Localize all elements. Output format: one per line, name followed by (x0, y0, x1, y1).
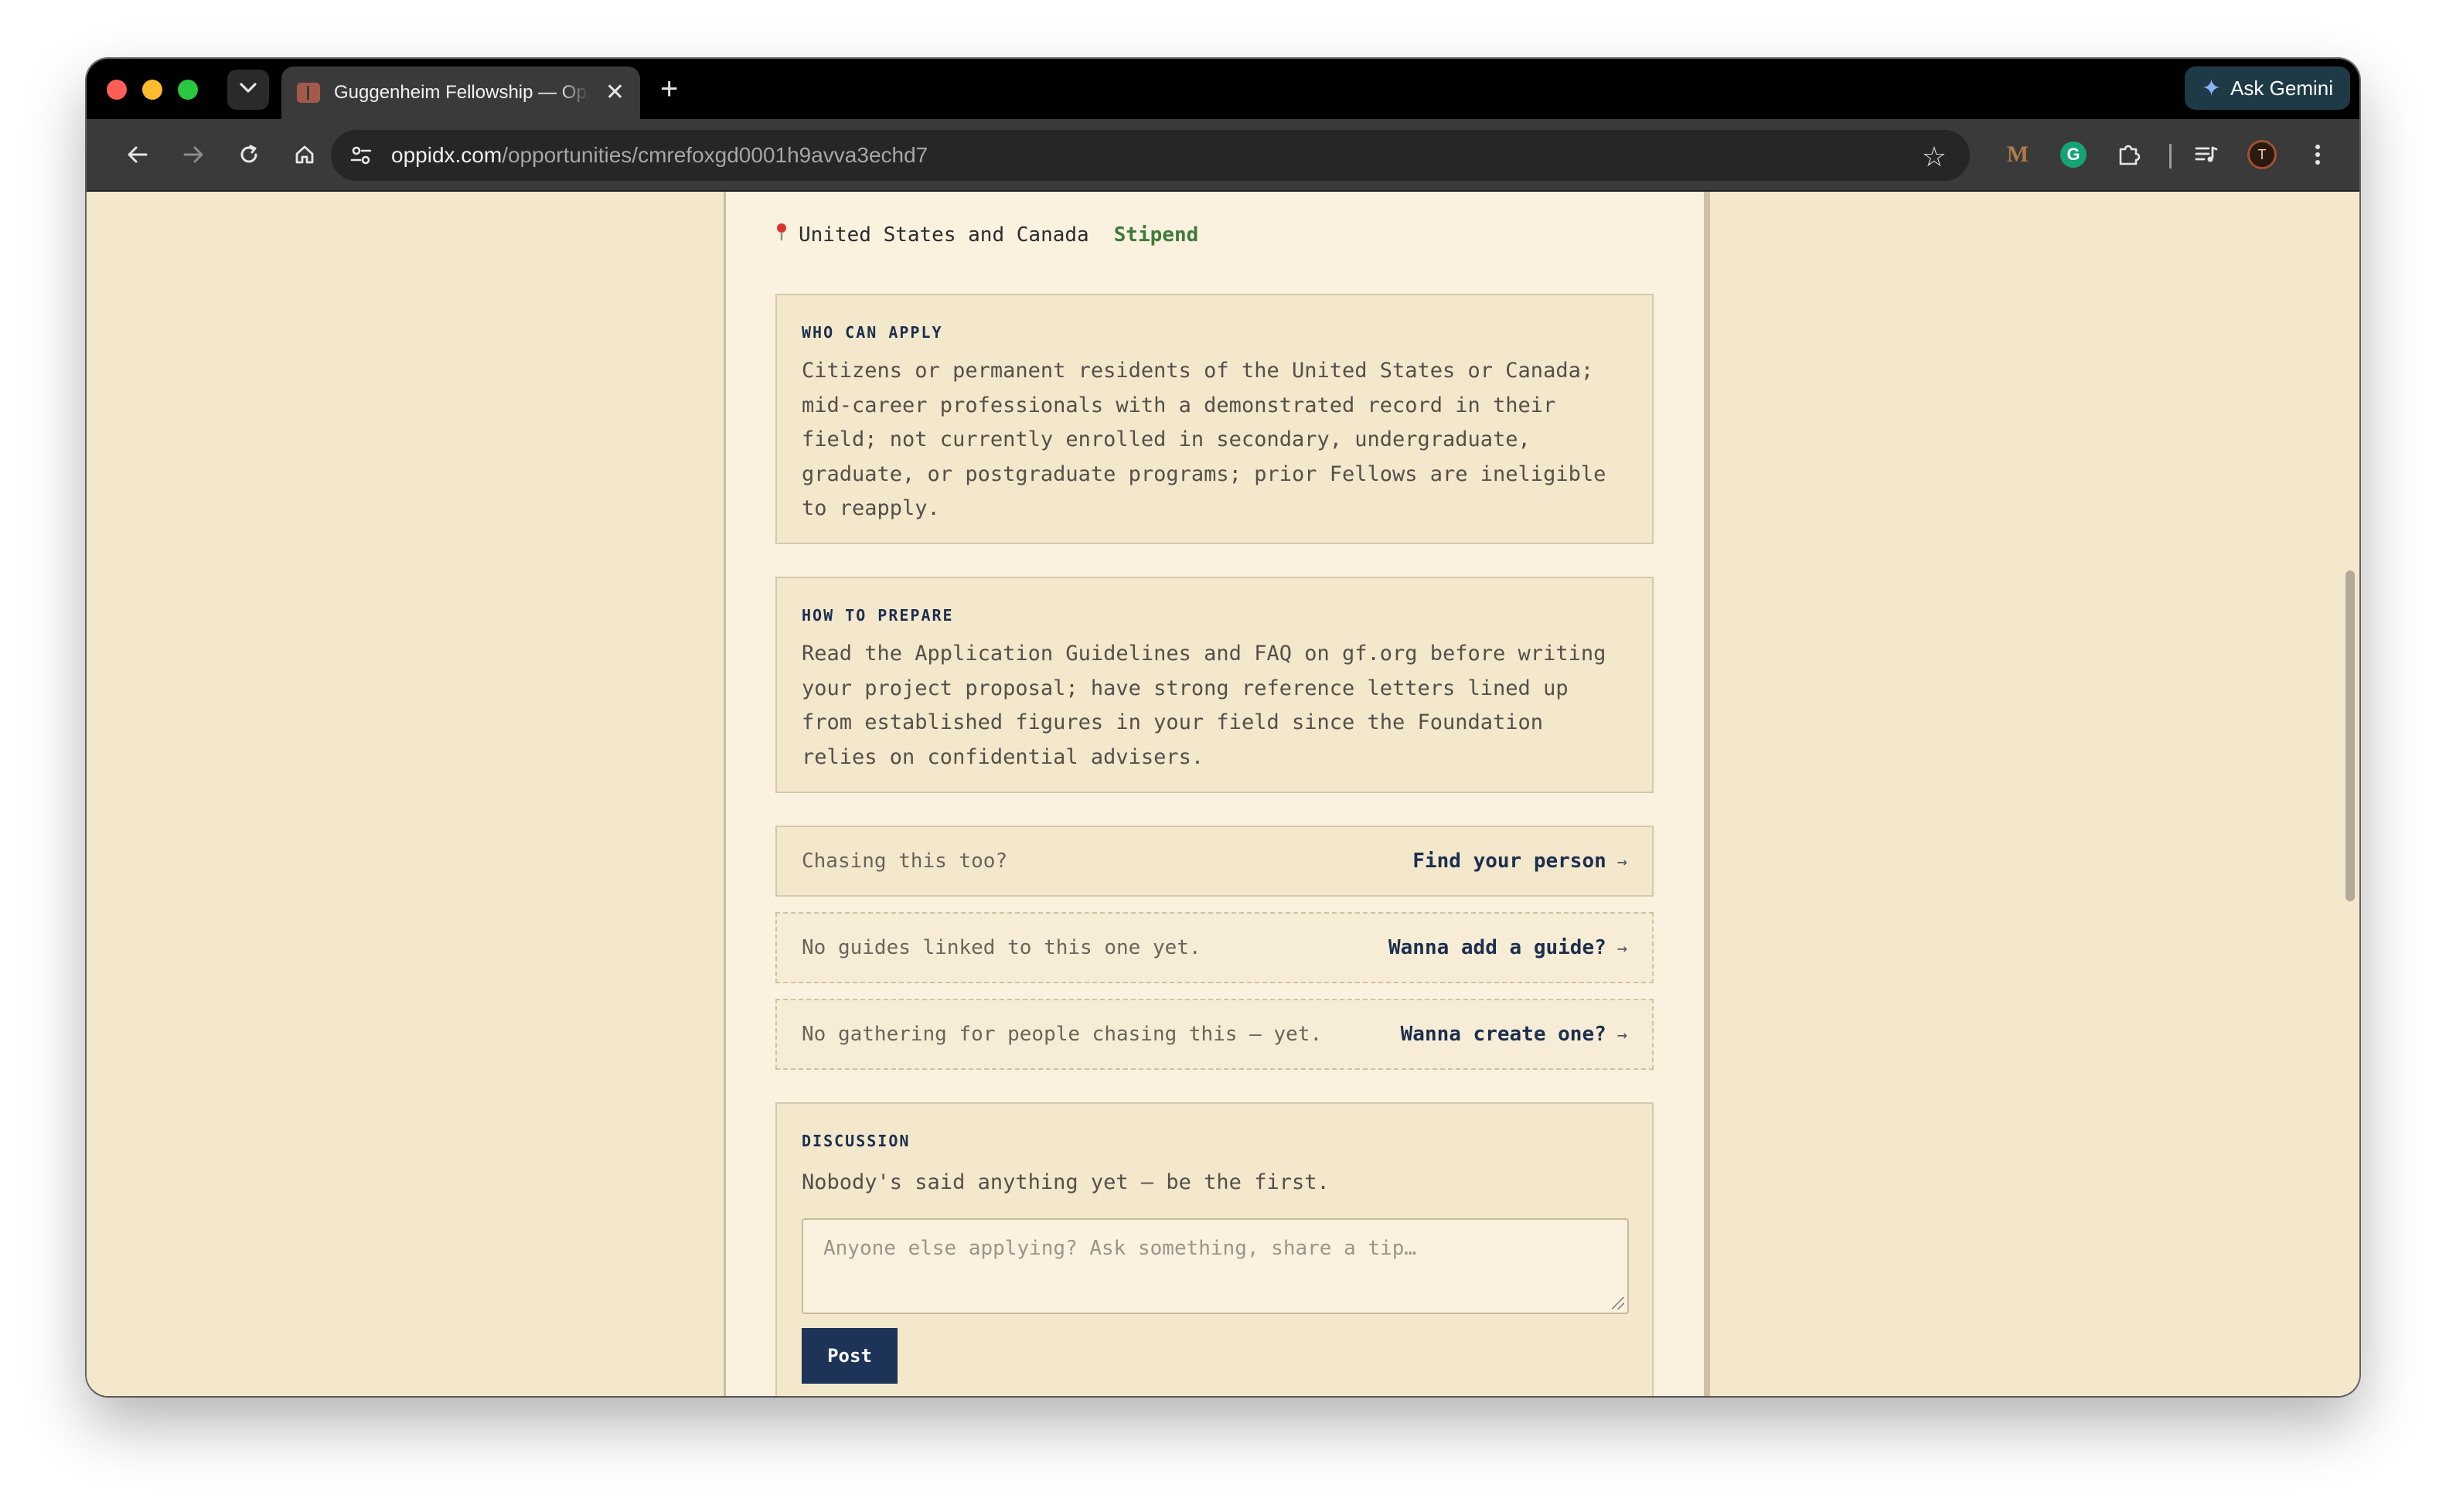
arrow-right-icon: → (1616, 939, 1627, 959)
browser-window: Guggenheim Fellowship — Oppidx ✕ + ✦ Ask… (87, 59, 2359, 1396)
url-host: oppidx.com (391, 143, 502, 167)
how-to-prepare-body: Read the Application Guidelines and FAQ … (802, 642, 1606, 769)
profile-avatar[interactable]: T (2243, 136, 2281, 173)
back-button[interactable] (119, 136, 156, 173)
gemini-sparkle-icon: ✦ (2201, 75, 2222, 101)
add-guide-link[interactable]: Wanna add a guide? → (1388, 936, 1627, 959)
funding-badge: Stipend (1113, 223, 1199, 247)
more-menu-icon[interactable] (2299, 136, 2336, 173)
how-to-prepare-heading: HOW TO PREPARE (802, 606, 954, 625)
discussion-card: DISCUSSION Nobody's said anything yet — … (775, 1102, 1654, 1396)
reload-button[interactable] (230, 136, 267, 173)
who-can-apply-card: WHO CAN APPLY Citizens or permanent resi… (775, 294, 1654, 544)
discussion-heading: DISCUSSION (802, 1132, 911, 1150)
grammarly-extension-icon[interactable]: G (2055, 136, 2092, 173)
gathering-row: No gathering for people chasing this — y… (775, 999, 1654, 1070)
resize-handle-icon[interactable] (1612, 1297, 1624, 1309)
forward-button[interactable] (175, 136, 212, 173)
find-person-prompt: Chasing this too? (802, 850, 1008, 873)
new-tab-button[interactable]: + (660, 70, 678, 108)
discussion-empty-text: Nobody's said anything yet — be the firs… (802, 1170, 1330, 1194)
page-viewport[interactable]: United States and Canada Stipend WHO CAN… (87, 192, 2359, 1396)
address-bar[interactable]: oppidx.com/opportunities/cmrefoxgd0001h9… (331, 130, 1970, 181)
extensions-puzzle-icon[interactable] (2110, 136, 2148, 173)
guides-empty-text: No guides linked to this one yet. (802, 936, 1201, 959)
tab-search-button[interactable] (227, 70, 269, 110)
discussion-placeholder: Anyone else applying? Ask something, sha… (823, 1237, 1417, 1260)
arrow-left-icon (128, 146, 148, 163)
close-window-button[interactable] (107, 80, 127, 100)
location-text: United States and Canada (799, 223, 1089, 247)
tab-close-icon[interactable]: ✕ (605, 81, 625, 104)
opportunity-column: United States and Canada Stipend WHO CAN… (724, 192, 1710, 1396)
toolbar-divider (2169, 144, 2172, 169)
gathering-empty-text: No gathering for people chasing this — y… (802, 1023, 1323, 1046)
tab-strip: Guggenheim Fellowship — Oppidx ✕ + ✦ Ask… (87, 59, 2359, 119)
oppidx-favicon-icon (297, 83, 320, 103)
who-can-apply-heading: WHO CAN APPLY (802, 323, 943, 342)
page-scrollbar[interactable] (2346, 570, 2355, 901)
home-icon (295, 145, 314, 164)
extension-m-icon[interactable]: M (1999, 136, 2036, 173)
tab-active[interactable]: Guggenheim Fellowship — Oppidx ✕ (281, 66, 640, 119)
post-button[interactable]: Post (802, 1328, 898, 1384)
url-path: /opportunities/cmrefoxgd0001h9avva3echd7 (502, 143, 928, 167)
browser-toolbar: oppidx.com/opportunities/cmrefoxgd0001h9… (87, 119, 2359, 192)
minimize-window-button[interactable] (142, 80, 162, 100)
home-button[interactable] (286, 136, 323, 173)
find-person-link[interactable]: Find your person → (1412, 850, 1627, 873)
location-pin-icon (775, 223, 788, 247)
reload-icon (240, 145, 257, 163)
ask-gemini-button[interactable]: ✦ Ask Gemini (2184, 66, 2350, 110)
tab-title: Guggenheim Fellowship — Oppidx (334, 82, 589, 103)
maximize-window-button[interactable] (178, 80, 198, 100)
opportunity-meta: United States and Canada Stipend (775, 223, 1198, 247)
arrow-right-icon: → (1616, 853, 1627, 872)
bookmark-star-icon[interactable]: ☆ (1922, 141, 1947, 173)
chevron-down-icon (240, 82, 257, 97)
arrow-right-icon: → (1616, 1026, 1627, 1045)
media-controls-icon[interactable] (2188, 136, 2225, 173)
guides-row: No guides linked to this one yet. Wanna … (775, 912, 1654, 983)
how-to-prepare-card: HOW TO PREPARE Read the Application Guid… (775, 577, 1654, 793)
ask-gemini-label: Ask Gemini (2230, 76, 2333, 100)
arrow-right-icon (183, 146, 203, 163)
who-can-apply-body: Citizens or permanent residents of the U… (802, 359, 1606, 520)
find-person-row: Chasing this too? Find your person → (775, 826, 1654, 897)
site-settings-icon[interactable] (348, 142, 374, 169)
create-gathering-link[interactable]: Wanna create one? → (1401, 1023, 1627, 1046)
discussion-input[interactable]: Anyone else applying? Ask something, sha… (802, 1218, 1629, 1314)
